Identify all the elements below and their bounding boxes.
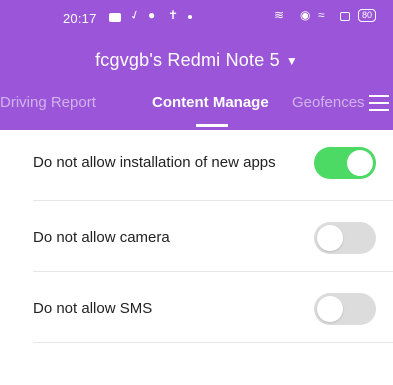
check-icon: ✓ bbox=[127, 6, 143, 24]
person-icon: ✝ bbox=[168, 8, 179, 22]
app-header: 20:17 ✓ ● ✝ ≋ ◉ ≈ 80 fcgvgb's Redmi Note… bbox=[0, 0, 393, 130]
battery-icon: 80 bbox=[358, 9, 377, 22]
toggle-sms[interactable] bbox=[314, 293, 376, 325]
tab-bar: Driving Report Content Manage Geofences bbox=[0, 90, 393, 130]
setting-row-camera: Do not allow camera bbox=[0, 201, 393, 272]
setting-label: Do not allow SMS bbox=[33, 300, 153, 317]
menu-icon[interactable] bbox=[369, 95, 389, 111]
status-time: 20:17 bbox=[63, 11, 97, 26]
toggle-knob bbox=[347, 150, 373, 176]
toggle-install-apps[interactable] bbox=[314, 147, 376, 179]
wifi-icon: ≈ bbox=[318, 8, 325, 22]
battery-saver-icon bbox=[340, 12, 350, 21]
tab-geofences[interactable]: Geofences bbox=[292, 94, 365, 111]
device-selector[interactable]: fcgvgb's Redmi Note 5 ▼ bbox=[0, 50, 393, 71]
toggle-knob bbox=[317, 225, 343, 251]
setting-label: Do not allow camera bbox=[33, 229, 170, 246]
divider bbox=[33, 342, 393, 343]
message-icon bbox=[109, 13, 121, 22]
device-title: fcgvgb's Redmi Note 5 bbox=[95, 50, 280, 70]
active-tab-indicator bbox=[196, 124, 228, 127]
tab-content-manage[interactable]: Content Manage bbox=[152, 94, 269, 111]
toggle-camera[interactable] bbox=[314, 222, 376, 254]
setting-label: Do not allow installation of new apps bbox=[33, 154, 276, 171]
tab-driving-report[interactable]: Driving Report bbox=[0, 94, 96, 111]
location-icon: ◉ bbox=[300, 8, 311, 22]
person-icon: ● bbox=[148, 8, 156, 22]
dot-icon bbox=[188, 15, 192, 19]
toggle-knob bbox=[317, 296, 343, 322]
status-bar: 20:17 ✓ ● ✝ ≋ ◉ ≈ 80 bbox=[0, 0, 393, 40]
setting-row-sms: Do not allow SMS bbox=[0, 272, 393, 343]
chevron-down-icon: ▼ bbox=[285, 54, 298, 68]
vibrate-icon: ≋ bbox=[274, 8, 285, 22]
setting-row-install-apps: Do not allow installation of new apps bbox=[0, 130, 393, 201]
